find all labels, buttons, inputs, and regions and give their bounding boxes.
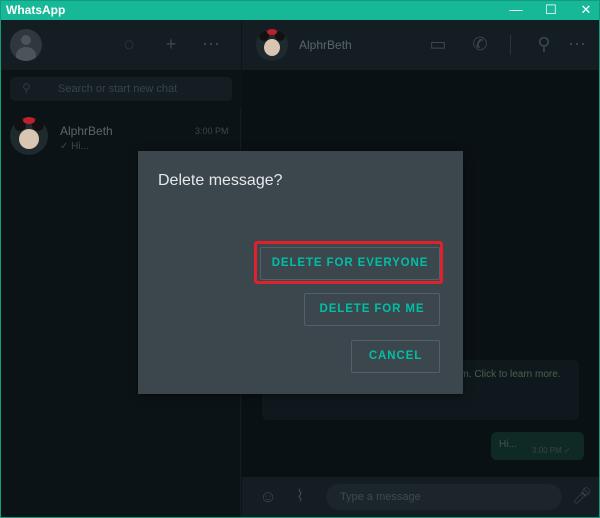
message-text: Hi... <box>499 439 517 450</box>
header-divider <box>510 35 511 55</box>
microphone-icon[interactable]: 🎤︎ <box>572 487 592 507</box>
mickey-face <box>19 129 39 149</box>
mickey-bow <box>267 29 277 35</box>
window-title: WhatsApp <box>6 3 66 17</box>
attach-icon[interactable]: ⌇ <box>290 487 310 507</box>
mickey-face <box>264 39 280 56</box>
new-chat-icon[interactable]: + <box>161 34 181 54</box>
menu-icon[interactable]: ⋯ <box>201 34 221 54</box>
mickey-bow <box>23 117 35 124</box>
title-bar: WhatsApp — ☐ ✕ <box>1 1 599 20</box>
conversation-avatar[interactable] <box>256 29 288 61</box>
conversation-title[interactable]: AlphrBeth <box>299 38 352 52</box>
video-call-icon[interactable]: ▭ <box>428 34 448 54</box>
outgoing-message[interactable]: Hi... 3:00 PM ✓ <box>491 432 584 460</box>
conversation-header: AlphrBeth ▭ ✆ ⚲ ⋯ <box>242 20 599 70</box>
message-composer: ☺ ⌇ 🎤︎ <box>242 477 599 517</box>
minimize-button[interactable]: — <box>498 1 534 20</box>
my-avatar[interactable] <box>10 29 42 61</box>
delete-for-me-button[interactable]: DELETE FOR ME <box>304 293 440 326</box>
avatar-head-shape <box>21 35 31 45</box>
left-header: ◌ + ⋯ <box>1 20 241 70</box>
emoji-icon[interactable]: ☺ <box>258 487 278 507</box>
cancel-button[interactable]: CANCEL <box>351 340 440 373</box>
message-time: 3:00 PM ✓ <box>532 446 571 455</box>
highlight-box <box>254 241 443 284</box>
search-bar: ⚲ <box>1 70 241 108</box>
voice-call-icon[interactable]: ✆ <box>470 34 490 54</box>
contact-avatar <box>10 117 48 155</box>
maximize-button[interactable]: ☐ <box>533 1 569 20</box>
chat-preview: ✓ Hi... <box>60 141 89 152</box>
close-button[interactable]: ✕ <box>568 1 600 20</box>
menu-icon[interactable]: ⋯ <box>567 34 587 54</box>
search-icon: ⚲ <box>22 81 31 95</box>
dialog-title: Delete message? <box>158 172 283 189</box>
status-icon[interactable]: ◌ <box>119 34 139 54</box>
chat-name: AlphrBeth <box>60 124 113 138</box>
chat-time: 3:00 PM <box>195 126 229 136</box>
search-box[interactable]: ⚲ <box>10 77 232 101</box>
search-input[interactable] <box>58 81 228 97</box>
message-input[interactable] <box>326 484 562 510</box>
search-icon[interactable]: ⚲ <box>534 34 554 54</box>
avatar-body-shape <box>16 47 36 61</box>
